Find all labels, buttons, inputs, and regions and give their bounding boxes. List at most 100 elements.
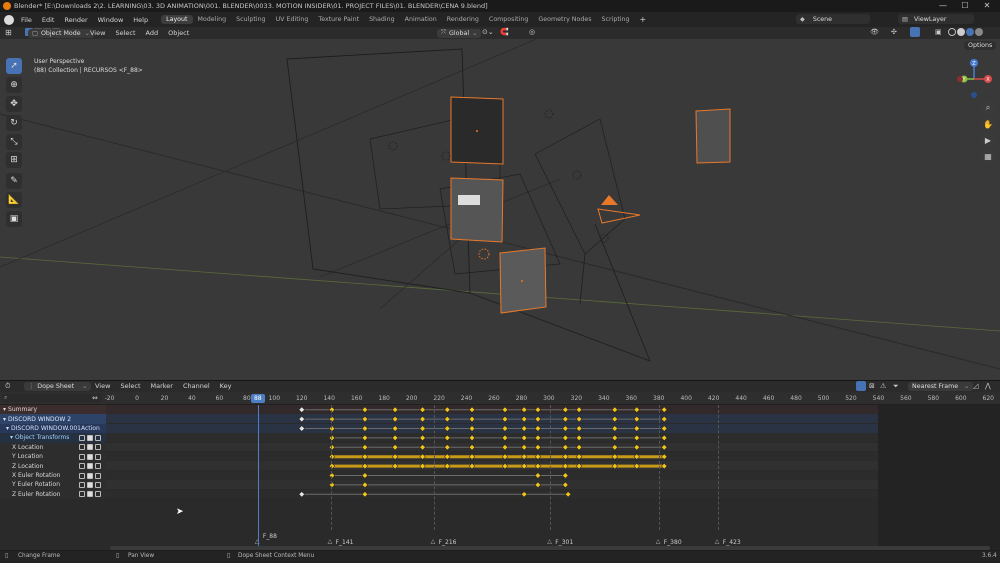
scene-selector[interactable]: ◆ Scene [796, 14, 870, 24]
visibility-icon[interactable]: 👁 [870, 28, 879, 36]
viewport-menu-view[interactable]: View [85, 29, 110, 37]
menu-edit[interactable]: Edit [37, 16, 60, 24]
tab-layout[interactable]: Layout [161, 15, 193, 24]
zoom-button[interactable]: ⌕ [981, 101, 995, 115]
channel-y-location[interactable]: Y Location [0, 452, 106, 462]
channel-x-location[interactable]: X Location [0, 442, 106, 453]
rendered-shading-icon[interactable] [975, 28, 983, 36]
overlays-icon[interactable] [910, 27, 920, 37]
pan-button[interactable]: ✋ [981, 117, 995, 131]
channel-z-location[interactable]: Z Location [0, 461, 106, 471]
marker-triangle-icon[interactable]: △ [431, 538, 436, 545]
lock-icon[interactable] [95, 434, 101, 441]
lock-icon[interactable] [95, 481, 101, 488]
checkbox-icon[interactable] [87, 491, 93, 498]
expand-chevron-icon[interactable]: ▾ [3, 406, 6, 413]
xray-icon[interactable]: ▣ [935, 28, 942, 36]
lock-icon[interactable] [95, 463, 101, 470]
dopesheet-menu-key[interactable]: Key [215, 382, 237, 390]
material-shading-icon[interactable] [966, 28, 974, 36]
horizontal-scrollbar[interactable] [110, 546, 990, 550]
checkbox-icon[interactable] [87, 434, 93, 441]
show-hidden-icon[interactable]: ⊠ [869, 382, 875, 390]
keyframe-canvas[interactable] [0, 392, 1000, 550]
pivot-point-icon[interactable]: ⊙⌄ [482, 28, 494, 36]
tab-shading[interactable]: Shading [364, 15, 400, 24]
close-button[interactable]: ✕ [976, 0, 998, 12]
transform-tool-button[interactable]: ⊞ [6, 152, 22, 168]
minimize-button[interactable]: — [932, 0, 954, 12]
transform-orientation-dropdown[interactable]: ⤧ Global ⌄ [437, 28, 482, 38]
channel-z-euler-rotation[interactable]: Z Euler Rotation [0, 489, 106, 500]
solid-shading-icon[interactable] [957, 28, 965, 36]
measure-tool-button[interactable]: 📐 [6, 192, 22, 208]
expand-chevron-icon[interactable]: ▾ [10, 434, 13, 441]
snap-mode-dropdown[interactable]: Nearest Frame ⌄ [908, 382, 974, 391]
viewport-menu-select[interactable]: Select [110, 29, 140, 37]
channel-object-transforms[interactable]: ▾ Object Transforms [0, 433, 106, 443]
checkbox-icon[interactable] [87, 453, 93, 460]
gizmo-toggle-icon[interactable]: ✣ [891, 28, 897, 36]
marker-triangle-icon[interactable]: △ [715, 538, 720, 545]
modifier-icon[interactable] [79, 463, 85, 470]
checkbox-icon[interactable] [87, 463, 93, 470]
checkbox-icon[interactable] [87, 481, 93, 488]
scale-tool-button[interactable]: ⤡ [6, 134, 22, 150]
modifier-icon[interactable] [79, 434, 85, 441]
add-cube-tool-button[interactable]: ▣ [6, 211, 22, 227]
filter-icon[interactable]: ⏷ [893, 382, 899, 391]
tab-scripting[interactable]: Scripting [597, 15, 635, 24]
expand-chevron-icon[interactable]: ▾ [3, 416, 6, 423]
add-workspace-button[interactable]: + [635, 15, 652, 24]
modifier-icon[interactable] [79, 453, 85, 460]
lock-icon[interactable] [95, 453, 101, 460]
channel-summary[interactable]: ▾ Summary [0, 405, 106, 415]
editor-type-icon[interactable]: ⏱ [5, 382, 10, 391]
tab-uv-editing[interactable]: UV Editing [271, 15, 314, 24]
marker-triangle-icon[interactable]: △ [547, 538, 552, 545]
snap-icon[interactable]: 🧲 [500, 28, 509, 36]
current-frame-indicator[interactable]: 88 [250, 394, 265, 403]
only-errors-icon[interactable]: ⚠ [880, 382, 886, 390]
lock-icon[interactable] [95, 444, 101, 451]
options-dropdown[interactable]: Options [964, 41, 997, 50]
dopesheet-mode-dropdown[interactable]: ⋮ Dope Sheet ⌄ [24, 382, 92, 391]
channel-discord-window-001action[interactable]: ▾ DISCORD WINDOW.001Action [0, 423, 106, 434]
modifier-icon[interactable] [79, 481, 85, 488]
tab-texture-paint[interactable]: Texture Paint [313, 15, 364, 24]
checkbox-icon[interactable] [87, 472, 93, 479]
proportional-icon[interactable]: ◿ [973, 382, 978, 390]
annotate-tool-button[interactable]: ✎ [6, 173, 22, 189]
dopesheet-menu-select[interactable]: Select [115, 382, 145, 390]
view-layer-selector[interactable]: ▤ ViewLayer [898, 14, 974, 24]
dopesheet-menu-marker[interactable]: Marker [146, 382, 178, 390]
select-tool-button[interactable]: ➚ [6, 58, 22, 74]
channel-discord-window-2[interactable]: ▾ DISCORD WINDOW 2 [0, 414, 106, 424]
menu-window[interactable]: Window [93, 16, 129, 24]
perspective-toggle-button[interactable]: ▦ [981, 149, 995, 163]
menu-render[interactable]: Render [59, 16, 92, 24]
move-tool-button[interactable]: ✥ [6, 96, 22, 112]
cursor-tool-button[interactable]: ⊕ [6, 77, 22, 93]
marker-triangle-icon[interactable]: △ [328, 538, 333, 545]
lock-icon[interactable] [95, 491, 101, 498]
proportional-edit-icon[interactable]: ◎ [529, 28, 535, 36]
menu-file[interactable]: File [16, 16, 37, 24]
dopesheet-menu-view[interactable]: View [90, 382, 115, 390]
modifier-icon[interactable] [79, 491, 85, 498]
rotate-tool-button[interactable]: ↻ [6, 115, 22, 131]
channel-x-euler-rotation[interactable]: X Euler Rotation [0, 470, 106, 481]
tab-animation[interactable]: Animation [400, 15, 442, 24]
expand-chevron-icon[interactable]: ▾ [6, 425, 9, 432]
marker-triangle-icon[interactable]: △ [656, 538, 661, 545]
viewport-menu-add[interactable]: Add [141, 29, 164, 37]
navigation-gizmo[interactable]: Z X Y [950, 55, 998, 103]
dopesheet-menu-channel[interactable]: Channel [178, 382, 215, 390]
wireframe-shading-icon[interactable] [948, 28, 956, 36]
only-selected-icon[interactable] [856, 381, 866, 391]
curve-falloff-icon[interactable]: ⋀ [985, 382, 991, 390]
modifier-icon[interactable] [79, 444, 85, 451]
menu-help[interactable]: Help [128, 16, 153, 24]
dopesheet-area[interactable]: ⌕ ⇔ -20 0 20 40 60 80 100 120 140 160 180 200 220 240… [0, 392, 1000, 550]
tab-geometry-nodes[interactable]: Geometry Nodes [533, 15, 596, 24]
